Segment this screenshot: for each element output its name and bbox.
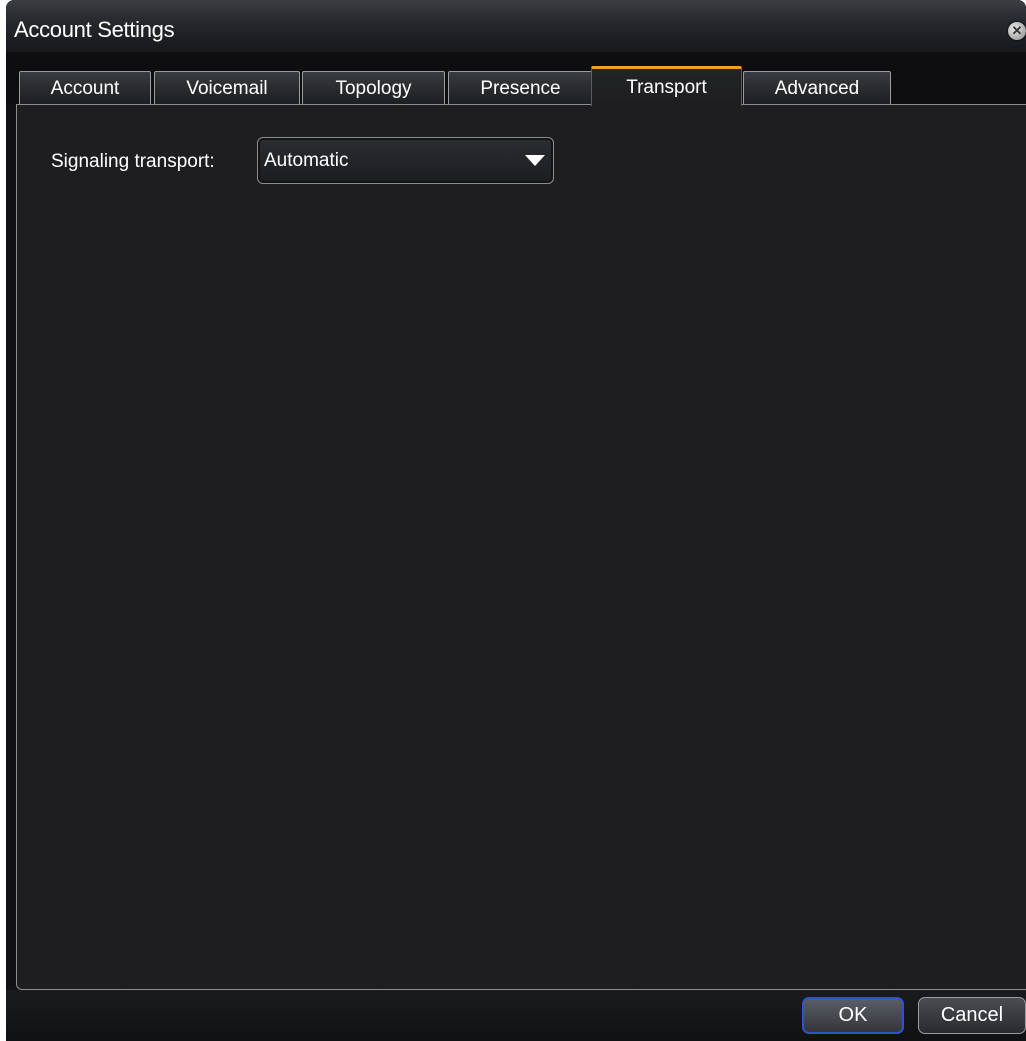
tab-voicemail[interactable]: Voicemail [154, 71, 300, 105]
title-bar: Account Settings ✕ [6, 0, 1026, 53]
signaling-transport-value: Automatic [264, 150, 349, 171]
ok-button[interactable]: OK [802, 997, 904, 1034]
tab-presence[interactable]: Presence [448, 71, 593, 105]
signaling-transport-label: Signaling transport: [51, 151, 215, 172]
dialog-title: Account Settings [14, 17, 175, 42]
close-icon[interactable]: ✕ [1008, 22, 1026, 40]
tab-topology[interactable]: Topology [302, 71, 445, 105]
tab-account[interactable]: Account [19, 71, 151, 105]
tab-transport[interactable]: Transport [591, 66, 742, 106]
transport-panel: Signaling transport: Automatic [16, 104, 1026, 990]
tab-advanced[interactable]: Advanced [743, 71, 891, 105]
signaling-transport-select[interactable]: Automatic [257, 137, 554, 184]
cancel-button[interactable]: Cancel [918, 997, 1026, 1034]
account-settings-dialog: Account Settings ✕ Account Voicemail Top… [6, 0, 1026, 1041]
chevron-down-icon[interactable] [525, 155, 545, 166]
button-bar: OK Cancel [6, 990, 1026, 1041]
tab-bar: Account Voicemail Topology Presence Tran… [6, 52, 1026, 106]
